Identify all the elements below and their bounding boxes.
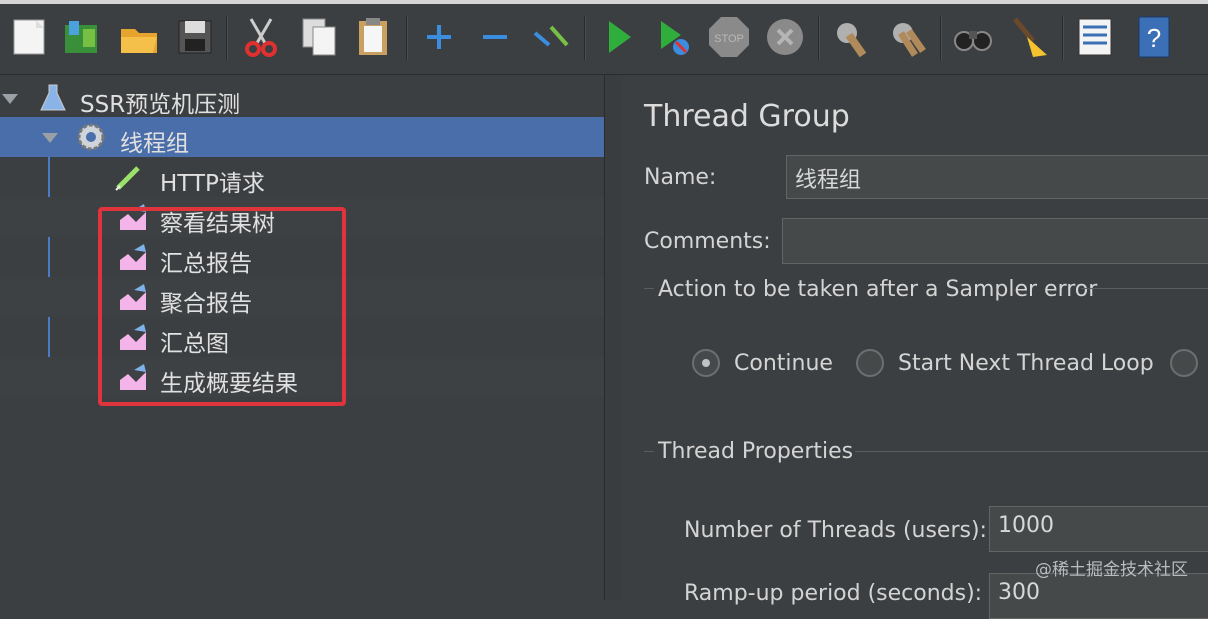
new-icon[interactable]: [6, 14, 52, 60]
threads-label: Number of Threads (users):: [684, 518, 987, 543]
svg-text:?: ?: [1147, 23, 1161, 53]
tree-label-root: SSR预览机压测: [80, 92, 241, 118]
name-field[interactable]: 线程组: [786, 155, 1208, 199]
function-helper-icon[interactable]: [1072, 14, 1118, 60]
toolbar: STOP ?: [0, 4, 1208, 75]
collapse-icon[interactable]: [472, 14, 518, 60]
svg-text:STOP: STOP: [714, 33, 744, 45]
panel-title: Thread Group: [644, 99, 850, 134]
clear-all-icon[interactable]: [884, 14, 930, 60]
expand-arrow-icon[interactable]: [2, 94, 18, 104]
save-icon[interactable]: [172, 14, 218, 60]
comments-label: Comments:: [644, 229, 771, 254]
threads-field[interactable]: 1000: [989, 506, 1208, 552]
templates-icon[interactable]: [58, 14, 104, 60]
split-pane-divider[interactable]: [604, 75, 624, 600]
tree-label-thread-group: 线程组: [120, 131, 189, 157]
continue-radio[interactable]: [692, 349, 720, 377]
paste-icon[interactable]: [350, 14, 396, 60]
thread-group-panel: Thread Group Name: 线程组 Comments: Action …: [623, 75, 1208, 619]
expand-arrow-icon[interactable]: [42, 133, 58, 143]
start-next-loop-radio[interactable]: [856, 349, 884, 377]
stop-icon[interactable]: STOP: [706, 14, 752, 60]
help-icon[interactable]: ?: [1130, 14, 1176, 60]
tree-label-child: HTTP请求: [160, 171, 265, 197]
start-next-loop-radio-label[interactable]: Start Next Thread Loop: [898, 351, 1154, 376]
shutdown-icon[interactable]: [762, 14, 808, 60]
thread-properties-section-title: Thread Properties: [658, 439, 854, 464]
open-icon[interactable]: [116, 14, 162, 60]
start-no-pause-icon[interactable]: [650, 14, 696, 60]
search-icon[interactable]: [950, 14, 996, 60]
rampup-label: Ramp-up period (seconds):: [684, 581, 983, 606]
reset-search-icon[interactable]: [1006, 14, 1052, 60]
name-label: Name:: [644, 165, 717, 190]
stop-thread-radio[interactable]: [1170, 349, 1198, 377]
tree-node-root[interactable]: SSR预览机压测: [0, 78, 604, 118]
copy-icon[interactable]: [296, 14, 342, 60]
clear-icon[interactable]: [828, 14, 874, 60]
highlight-box: [98, 207, 346, 406]
cut-icon[interactable]: [238, 14, 284, 60]
tree-node-thread-group[interactable]: 线程组: [0, 117, 604, 157]
sampler-pen-icon: [115, 166, 140, 191]
expand-icon[interactable]: [416, 14, 462, 60]
comments-field[interactable]: [782, 218, 1208, 264]
continue-radio-label[interactable]: Continue: [734, 351, 833, 376]
test-plan-icon: [40, 84, 66, 111]
start-icon[interactable]: [596, 14, 642, 60]
tree-node-http-request[interactable]: HTTP请求: [0, 157, 604, 197]
gear-icon: [77, 123, 105, 151]
toggle-icon[interactable]: [528, 14, 574, 60]
watermark: @稀土掘金技术社区: [1035, 560, 1188, 580]
sampler-error-section-title: Action to be taken after a Sampler error: [658, 277, 1098, 302]
